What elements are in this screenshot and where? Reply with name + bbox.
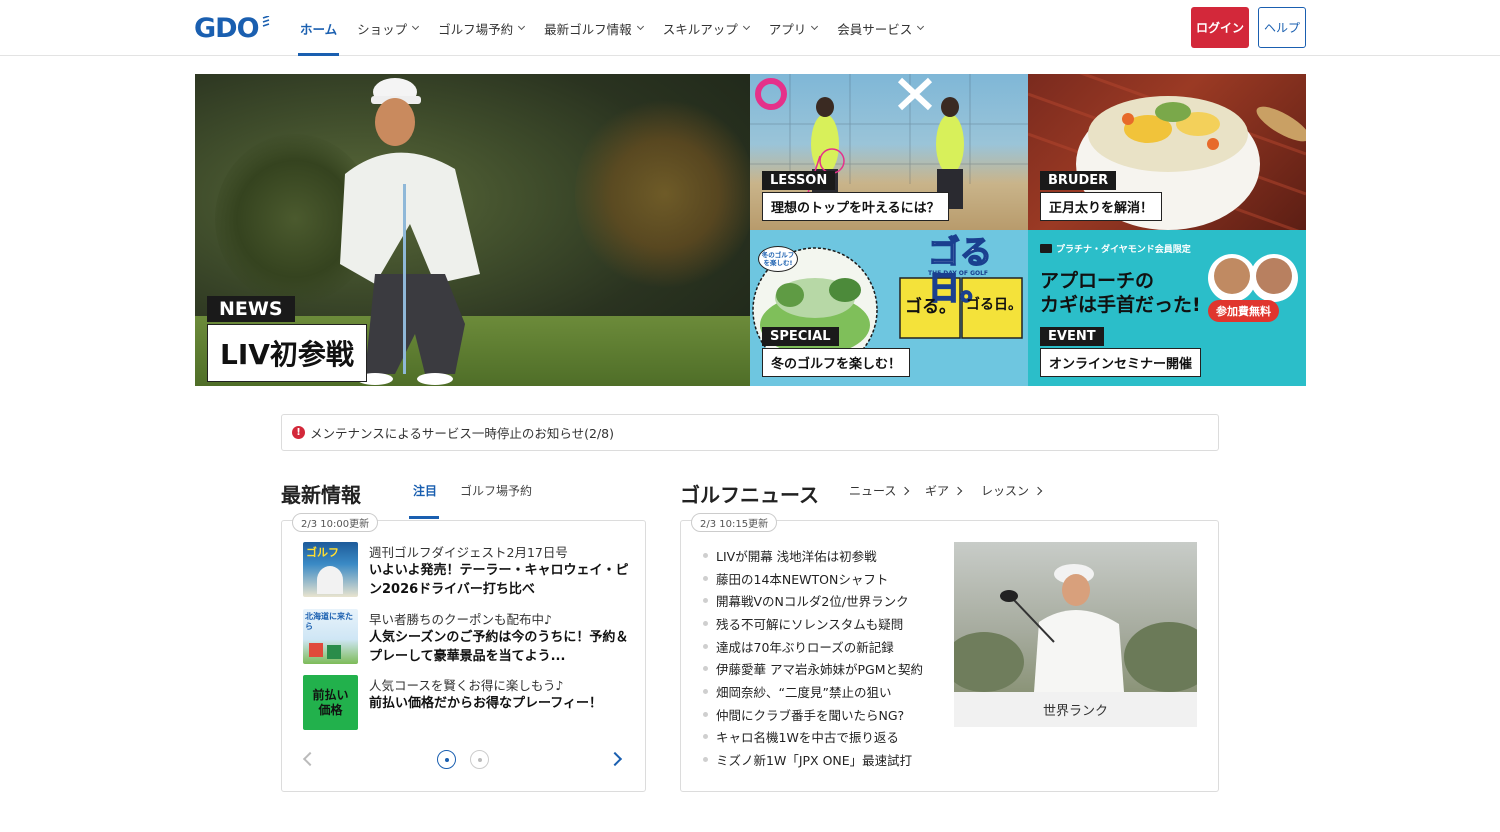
chevron-right-icon [1033,486,1043,495]
active-tab-indicator [409,516,439,519]
chevron-down-icon [742,22,750,30]
news-headline[interactable]: ミズノ新1W「JPX ONE」最速試打 [703,748,943,771]
logo-text: GDO [194,12,260,44]
news-category-gear[interactable]: ギア [925,482,963,499]
news-headline[interactable]: LIVが開幕 浅地洋佑は初参戦 [703,544,943,567]
news-headline[interactable]: 達成は70年ぶりローズの新記録 [703,635,943,658]
instructor-photos [1208,254,1298,302]
gdo-logo[interactable]: GDO [194,12,271,44]
news-badge: NEWS [207,296,295,322]
site-header: GDO ホーム ショップ ゴルフ場予約 最新ゴルフ情報 スキルアップ アプリ 会… [0,0,1500,56]
latest-updated-stamp: 2/3 10:00更新 [292,513,379,532]
nav-member-services[interactable]: 会員サービス [827,0,933,56]
news-updated-stamp: 2/3 10:15更新 [691,513,778,532]
hero-main-news[interactable]: NEWS LIV初参戦 [195,74,750,386]
hokkaido-thumbnail: 北海道に来たら [303,609,358,664]
news-headline[interactable]: キャロ名機1Wを中古で振り返る [703,726,943,749]
bruder-caption: 正月太りを解消！ [1040,192,1163,221]
news-headline[interactable]: 伊藤愛華 アマ岩永姉妹がPGMと契約 [703,657,943,680]
chevron-right-icon [953,486,963,495]
golf-news-title: ゴルフニュース [680,483,819,507]
golfer-photo [954,564,1197,692]
nav-skill-up[interactable]: スキルアップ [653,0,759,56]
member-icon [1040,244,1052,253]
news-caption: LIV初参戦 [207,324,367,382]
nav-shop[interactable]: ショップ [347,0,428,56]
nav-home[interactable]: ホーム [290,0,347,56]
hero-special[interactable]: 冬のゴルフを楽しむ! ゴる日。 THE DAY OF GOLF ゴる。 ゴる日。… [750,230,1028,386]
special-art-bubble: 冬のゴルフを楽しむ! [758,246,798,272]
news-category-news[interactable]: ニュース [849,482,910,499]
nav-app[interactable]: アプリ [759,0,828,56]
news-photo-card[interactable]: 世界ランク [954,542,1197,727]
main-nav: ホーム ショップ ゴルフ場予約 最新ゴルフ情報 スキルアップ アプリ 会員サービ… [290,0,933,56]
nav-course-booking[interactable]: ゴルフ場予約 [428,0,534,56]
latest-info-title: 最新情報 [281,483,361,507]
event-headline-1: アプローチの [1040,270,1155,292]
hero-banner-grid: NEWS LIV初参戦 ○ × LESSON 理想のトップを叶えるには？ [195,74,1306,386]
news-headline[interactable]: 仲間にクラブ番手を聞いたらNG? [703,703,943,726]
news-category-lesson[interactable]: レッスン [981,482,1043,499]
chevron-right-icon [901,486,910,495]
help-button[interactable]: ヘルプ [1258,7,1306,48]
chevron-down-icon [811,22,819,30]
hero-lesson[interactable]: ○ × LESSON 理想のトップを叶えるには？ [750,74,1028,230]
event-top-label: プラチナ・ダイヤモンド会員限定 [1040,242,1191,255]
logo-swoosh-icon [262,16,269,27]
special-badge: SPECIAL [762,327,839,346]
chevron-down-icon [412,22,420,30]
list-item[interactable]: ゴルフ 週刊ゴルフダイジェスト2月17日号 いよいよ発売！テーラー・キャロウェイ… [303,542,633,599]
bruder-badge: BRUDER [1040,171,1117,190]
news-headline[interactable]: 残る不可解にソレンスタムも疑問 [703,612,943,635]
special-art-sub: THE DAY OF GOLF [928,270,989,277]
free-participation-badge: 参加費無料 [1208,300,1279,322]
chevron-down-icon [518,22,526,30]
carousel-dot[interactable] [470,750,489,769]
login-button[interactable]: ログイン [1191,7,1249,48]
news-photo [954,542,1197,692]
carousel-dot[interactable] [437,750,456,769]
news-headline[interactable]: 畑岡奈紗、“二度見”禁止の狙い [703,680,943,703]
lesson-badge: LESSON [762,171,836,190]
special-art-card1: ゴる。 [905,297,956,317]
event-badge: EVENT [1040,327,1104,346]
notice-text: メンテナンスによるサービス一時停止のお知らせ(2/8) [310,426,614,441]
list-item[interactable]: 前払い価格 人気コースを賢くお得に楽しもう♪ 前払い価格だからお得なプレーフィー… [303,675,633,732]
event-headline-2: カギは手首だった! [1040,294,1201,316]
alert-icon: ! [292,426,305,439]
event-caption: オンラインセミナー開催 [1040,348,1202,377]
news-headline-list: LIVが開幕 浅地洋佑は初参戦 藤田の14本NEWTONシャフト 開幕戦VのNコ… [703,544,943,771]
news-headline[interactable]: 開幕戦VのNコルダ2位/世界ランク [703,589,943,612]
nav-latest-info[interactable]: 最新ゴルフ情報 [534,0,653,56]
photo-caption: 世界ランク [1042,704,1108,719]
special-art-card2: ゴる日。 [966,297,1022,313]
chevron-down-icon [636,22,644,30]
maintenance-notice[interactable]: ! メンテナンスによるサービス一時停止のお知らせ(2/8) [281,414,1219,451]
carousel-pagination [437,750,489,769]
magazine-thumbnail: ゴルフ [303,542,358,597]
prepay-thumbnail: 前払い価格 [303,675,358,730]
hero-event[interactable]: プラチナ・ダイヤモンド会員限定 アプローチの カギは手首だった! 参加費無料 E… [1028,230,1306,386]
tab-featured[interactable]: 注目 [413,482,437,499]
news-headline[interactable]: 藤田の14本NEWTONシャフト [703,567,943,590]
hero-bruder[interactable]: BRUDER 正月太りを解消！ [1028,74,1306,230]
special-caption: 冬のゴルフを楽しむ！ [762,348,911,377]
tab-course-booking[interactable]: ゴルフ場予約 [460,482,532,499]
list-item[interactable]: 北海道に来たら 早い者勝ちのクーポンも配布中♪ 人気シーズンのご予約は今のうちに… [303,609,633,666]
chevron-down-icon [917,22,925,30]
lesson-caption: 理想のトップを叶えるには？ [762,192,949,221]
